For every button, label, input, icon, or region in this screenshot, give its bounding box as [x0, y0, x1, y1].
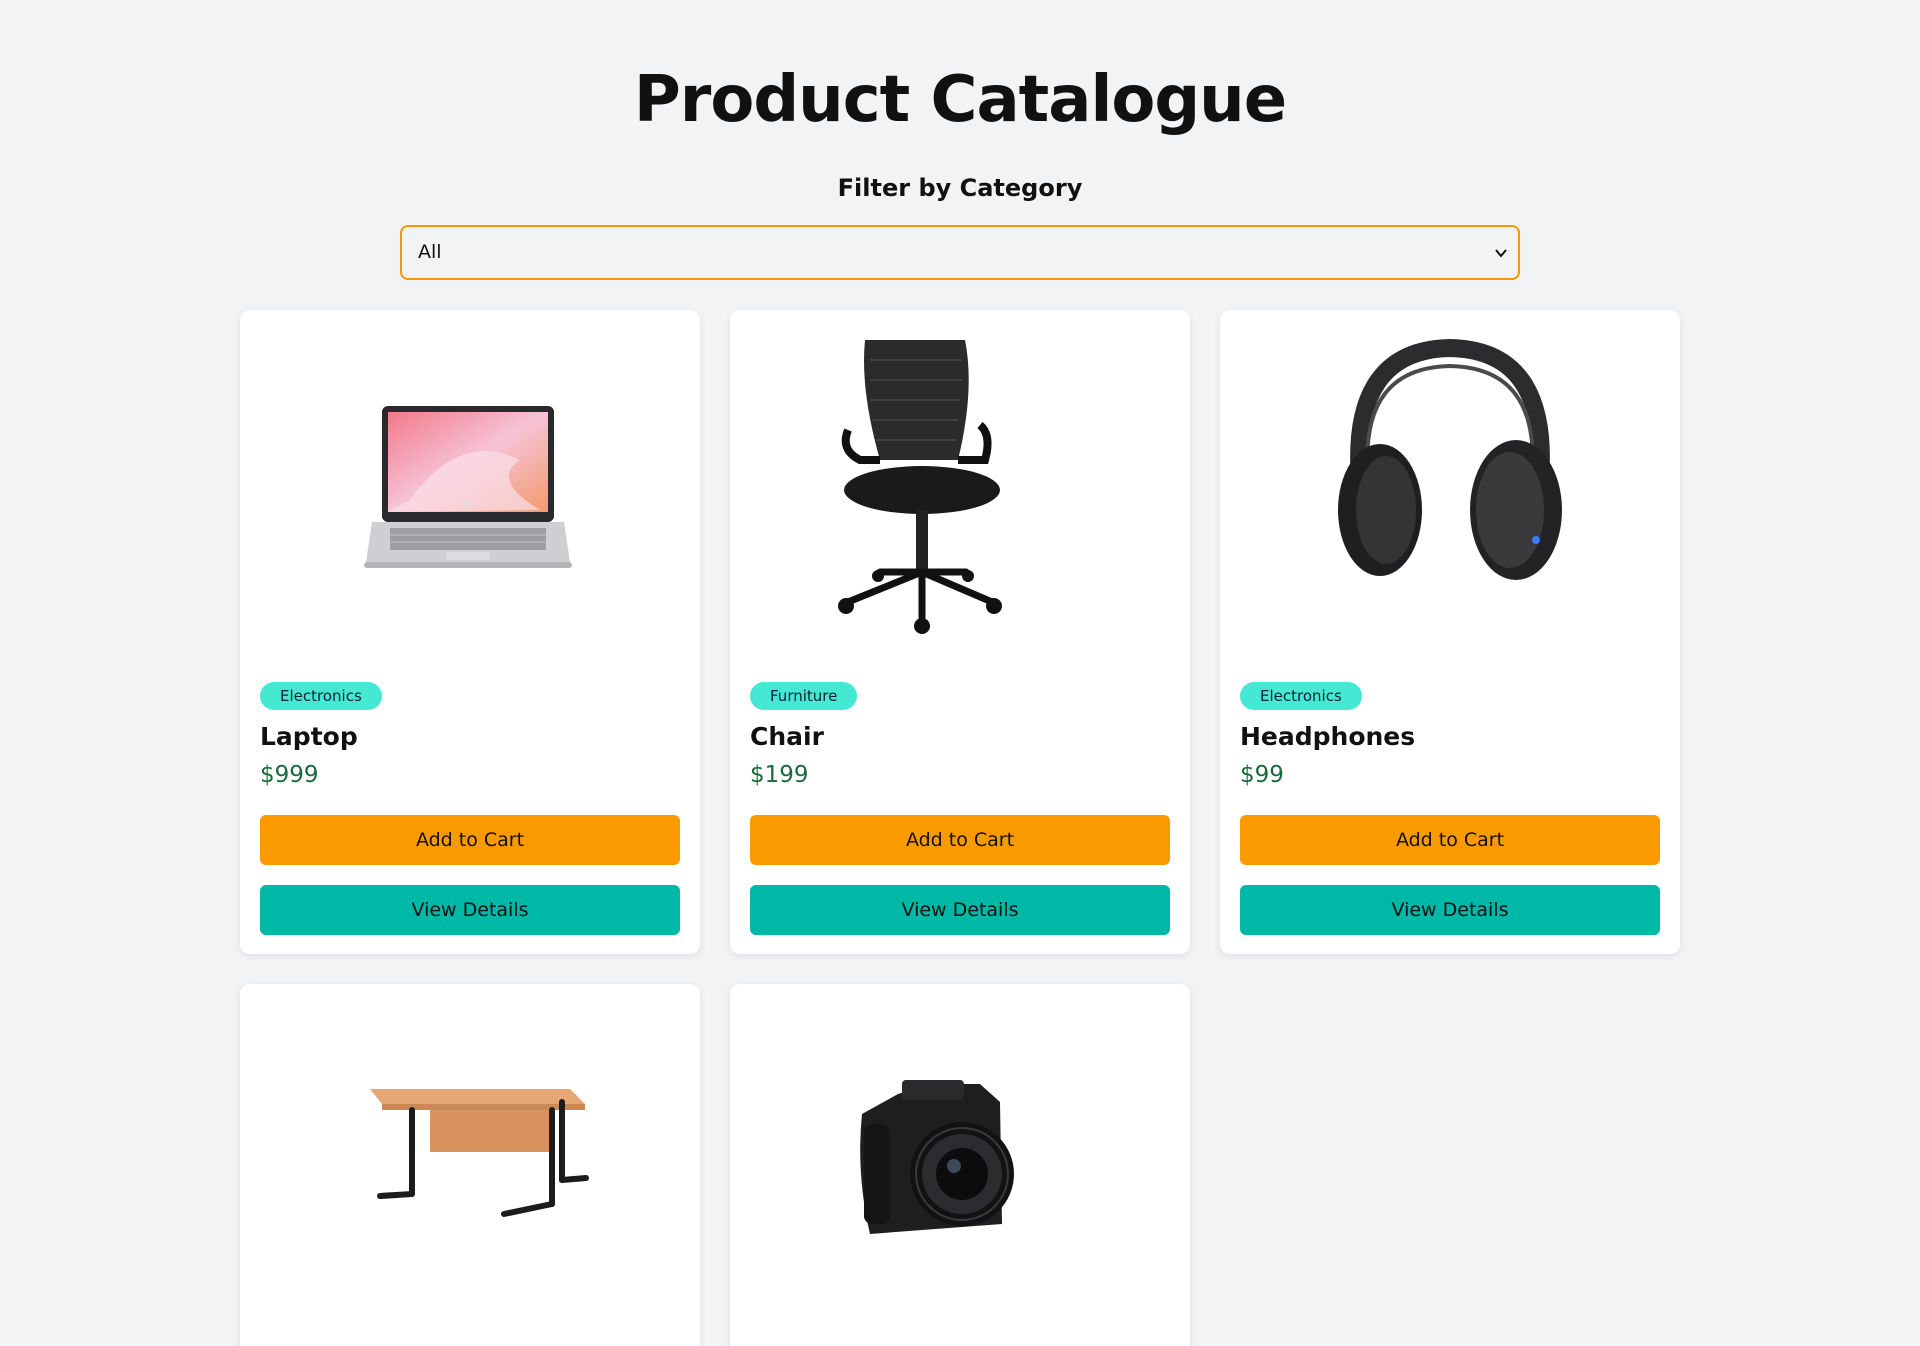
- product-price: $199: [750, 762, 809, 788]
- product-image: [240, 984, 700, 1324]
- view-details-button[interactable]: View Details: [260, 885, 680, 935]
- product-name: Chair: [750, 722, 824, 751]
- product-card: Furniture Chair $199 Add to Cart View De…: [730, 310, 1190, 954]
- category-select-value: All: [418, 241, 442, 263]
- product-card: Electronics Headphones $99 Add to Cart V…: [1220, 310, 1680, 954]
- product-image: [730, 984, 1190, 1324]
- add-to-cart-button[interactable]: Add to Cart: [750, 815, 1170, 865]
- product-name: Headphones: [1240, 722, 1416, 751]
- product-price: $99: [1240, 762, 1284, 788]
- page: Product Catalogue Filter by Category All: [0, 0, 1920, 1346]
- laptop-image: [364, 406, 572, 568]
- product-image: [730, 310, 1190, 650]
- add-to-cart-button[interactable]: Add to Cart: [260, 815, 680, 865]
- filter-label: Filter by Category: [837, 174, 1083, 202]
- office-chair-image: [838, 340, 1002, 634]
- product-image: [240, 310, 700, 650]
- product-price: $999: [260, 762, 319, 788]
- product-image: [1220, 310, 1680, 650]
- page-title: Product Catalogue: [633, 63, 1287, 137]
- product-card: [240, 984, 700, 1346]
- camera-image: [860, 1080, 1014, 1234]
- category-badge: Electronics: [260, 682, 382, 710]
- product-name: Laptop: [260, 722, 358, 751]
- category-badge: Electronics: [1240, 682, 1362, 710]
- add-to-cart-button[interactable]: Add to Cart: [1240, 815, 1660, 865]
- category-badge: Furniture: [750, 682, 858, 710]
- category-select[interactable]: All: [400, 225, 1520, 280]
- headphones-image: [1338, 338, 1562, 580]
- product-card: Electronics Laptop $999 Add to Cart View…: [240, 310, 700, 954]
- chevron-down-icon: [1495, 249, 1507, 258]
- desk-image: [370, 1089, 589, 1217]
- view-details-button[interactable]: View Details: [750, 885, 1170, 935]
- product-card: [730, 984, 1190, 1346]
- view-details-button[interactable]: View Details: [1240, 885, 1660, 935]
